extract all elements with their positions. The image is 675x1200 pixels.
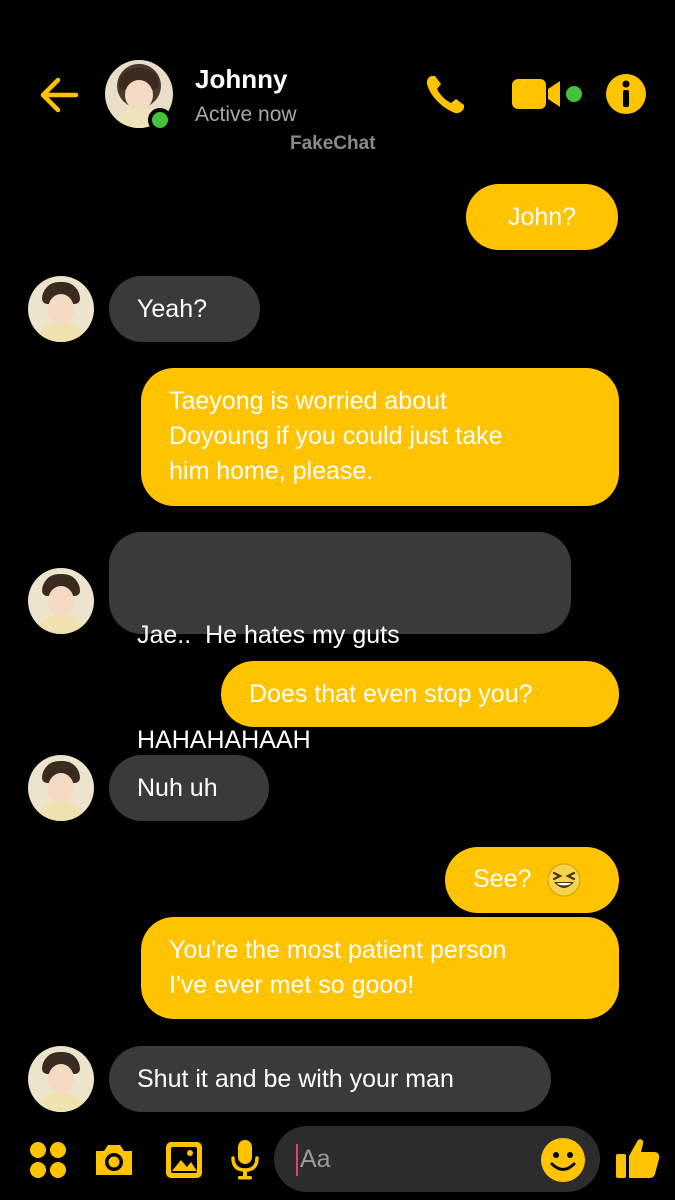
thumbs-up-icon[interactable] <box>614 1134 662 1182</box>
emoji-icon[interactable] <box>540 1137 586 1183</box>
message-bubble-received[interactable]: Yeah? <box>109 276 260 342</box>
contact-avatar-small[interactable] <box>28 1046 94 1112</box>
text-cursor <box>296 1144 298 1176</box>
contact-avatar-small[interactable] <box>28 755 94 821</box>
camera-icon[interactable] <box>92 1139 136 1179</box>
microphone-icon[interactable] <box>230 1138 260 1180</box>
message-text: Taeyong is worried about <box>169 387 447 415</box>
message-bubble-sent[interactable]: See? <box>445 847 619 913</box>
message-text: Jae.. He hates my guts <box>137 621 400 649</box>
message-bubble-sent[interactable]: Taeyong is worried about Doyoung if you … <box>141 368 619 506</box>
message-text: him home, please. <box>169 457 374 485</box>
active-status: Active now <box>195 103 297 126</box>
message-bubble-received[interactable]: Nuh uh <box>109 755 269 821</box>
message-text: Doyoung if you could just take <box>169 422 503 450</box>
message-text: Nuh uh <box>137 774 218 802</box>
laughing-emoji-icon <box>547 863 582 898</box>
online-indicator <box>148 108 172 132</box>
message-text: Does that even stop you? <box>249 680 533 708</box>
message-text: Yeah? <box>137 295 207 323</box>
contact-avatar-small[interactable] <box>28 276 94 342</box>
video-camera-icon[interactable] <box>510 77 586 111</box>
message-bubble-received[interactable]: Shut it and be with your man <box>109 1046 551 1112</box>
contact-avatar-small[interactable] <box>28 568 94 634</box>
message-text: See? <box>473 865 532 893</box>
message-bubble-sent[interactable]: Does that even stop you? <box>221 661 619 727</box>
back-arrow-icon[interactable] <box>36 72 82 118</box>
gallery-icon[interactable] <box>164 1140 204 1180</box>
message-bubble-received[interactable]: Jae.. He hates my guts HAHAHAHAAH <box>109 532 571 754</box>
message-text: HAHAHAHAAH <box>137 726 311 754</box>
message-bubble-sent[interactable]: You're the most patient person I've ever… <box>141 917 619 1019</box>
phone-icon[interactable] <box>422 70 470 118</box>
message-text: I've ever met so gooo! <box>169 971 415 999</box>
chat-header: Johnny Active now FakeChat <box>0 0 675 170</box>
message-input-placeholder: Aa <box>300 1145 331 1173</box>
contact-name[interactable]: Johnny <box>195 64 287 95</box>
watermark: FakeChat <box>290 133 376 154</box>
message-text: You're the most patient person <box>169 936 507 964</box>
message-text: Shut it and be with your man <box>137 1065 454 1093</box>
apps-icon[interactable] <box>28 1140 68 1180</box>
message-bubble-sent[interactable]: John? <box>466 184 618 250</box>
message-text: John? <box>507 203 577 231</box>
info-icon[interactable] <box>604 72 648 116</box>
